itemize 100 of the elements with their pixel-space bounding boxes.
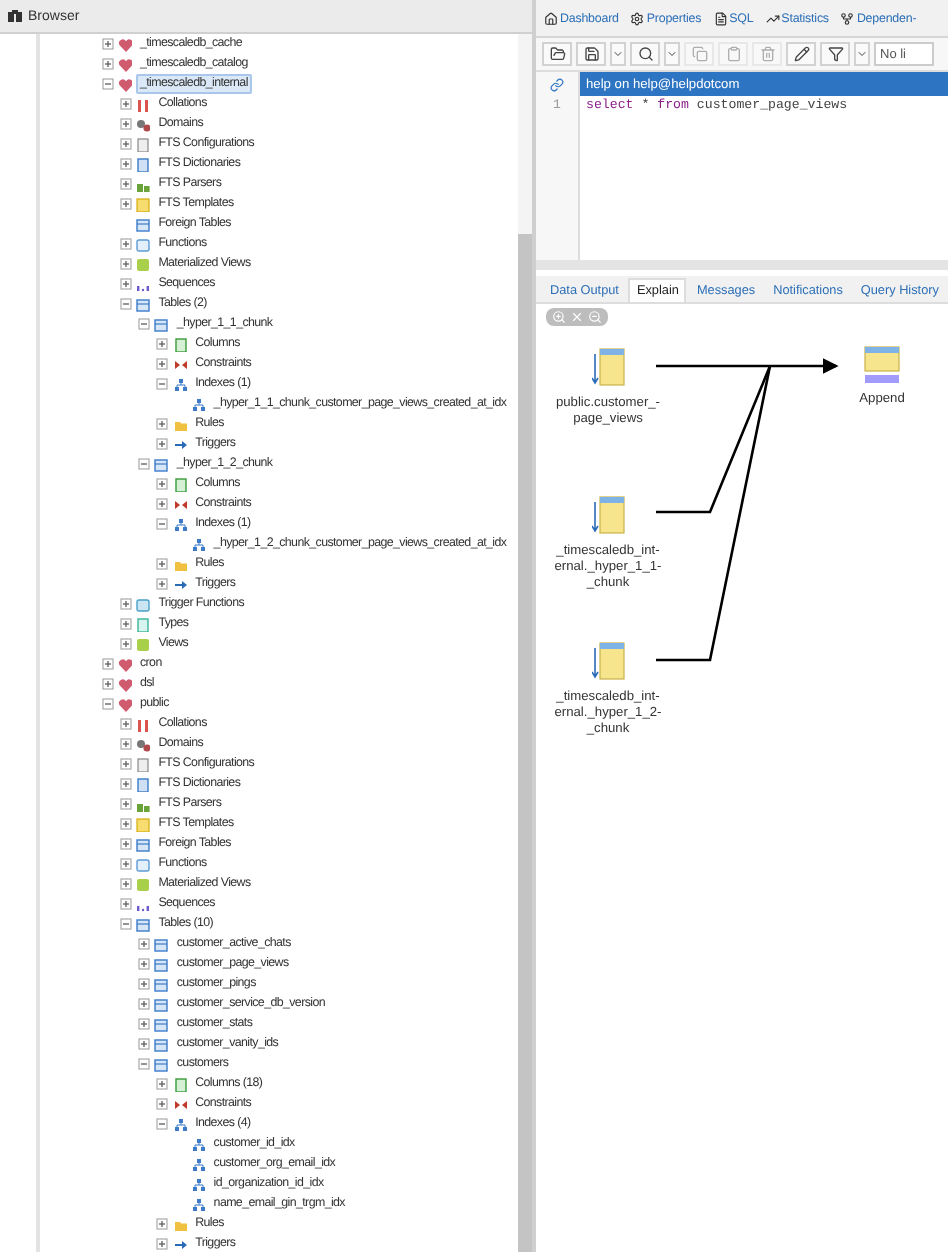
clipboard-icon xyxy=(725,46,741,62)
open-button[interactable] xyxy=(542,42,572,66)
expand-icon[interactable] xyxy=(119,138,132,150)
folder-icon xyxy=(549,46,565,62)
expand-icon[interactable] xyxy=(156,358,169,370)
sort-icon xyxy=(136,97,151,111)
index-icon xyxy=(173,377,188,391)
pencil-icon xyxy=(793,46,809,62)
columns-icon xyxy=(173,337,188,351)
expand-icon[interactable] xyxy=(119,798,132,810)
book-icon xyxy=(136,777,151,791)
expand-icon[interactable] xyxy=(137,1038,150,1050)
expand-icon[interactable] xyxy=(119,98,132,110)
collapse-icon[interactable] xyxy=(156,1118,169,1130)
constraint-icon xyxy=(173,357,188,371)
expand-icon[interactable] xyxy=(137,978,150,990)
expand-icon[interactable] xyxy=(119,878,132,890)
expand-icon[interactable] xyxy=(119,278,132,290)
columns-icon xyxy=(173,477,188,491)
expand-icon[interactable] xyxy=(156,498,169,510)
table-icon xyxy=(154,1057,169,1071)
expand-icon[interactable] xyxy=(101,658,113,670)
caret-icon xyxy=(666,48,678,60)
expand-icon[interactable] xyxy=(119,178,132,190)
collapse-icon[interactable] xyxy=(137,318,150,330)
expand-icon[interactable] xyxy=(156,338,169,350)
edit-button[interactable] xyxy=(786,42,816,66)
expand-icon[interactable] xyxy=(119,778,132,790)
expand-icon[interactable] xyxy=(137,998,150,1010)
expand-icon[interactable] xyxy=(156,478,169,490)
function-icon xyxy=(136,237,151,251)
expand-icon[interactable] xyxy=(137,1018,150,1030)
index-icon xyxy=(173,517,188,531)
expand-icon[interactable] xyxy=(101,678,113,690)
expand-icon[interactable] xyxy=(119,718,132,730)
index-icon xyxy=(191,1137,206,1151)
expand-icon[interactable] xyxy=(156,558,169,570)
collapse-icon[interactable] xyxy=(137,1058,150,1070)
table-icon xyxy=(154,317,169,331)
dropdown-button[interactable] xyxy=(664,42,680,66)
view-icon xyxy=(136,257,151,271)
expand-icon[interactable] xyxy=(119,858,132,870)
collapse-icon[interactable] xyxy=(119,298,132,310)
book-icon xyxy=(136,157,151,171)
table-icon xyxy=(154,1017,169,1031)
tab-icon xyxy=(713,11,728,25)
search-button[interactable] xyxy=(630,42,660,66)
table-icon xyxy=(154,957,169,971)
expand-icon[interactable] xyxy=(101,38,113,50)
filter-icon xyxy=(827,46,843,62)
collapse-icon[interactable] xyxy=(156,378,169,390)
expand-icon[interactable] xyxy=(119,198,132,210)
table-icon xyxy=(136,917,151,931)
tab-icon xyxy=(630,11,645,25)
table-icon xyxy=(154,1037,169,1051)
expand-icon[interactable] xyxy=(119,638,132,650)
template-icon xyxy=(136,817,151,831)
expand-icon[interactable] xyxy=(101,58,113,70)
dropdown-button[interactable] xyxy=(854,42,870,66)
expand-icon[interactable] xyxy=(156,578,169,590)
expand-icon[interactable] xyxy=(119,598,132,610)
table-scan-icon xyxy=(591,348,625,388)
caret-icon xyxy=(612,48,624,60)
collapse-icon[interactable] xyxy=(137,458,150,470)
expand-icon[interactable] xyxy=(156,418,169,430)
connection-icon[interactable] xyxy=(550,77,564,91)
expand-icon[interactable] xyxy=(119,738,132,750)
expand-icon[interactable] xyxy=(119,898,132,910)
expand-icon[interactable] xyxy=(119,258,132,270)
expand-icon[interactable] xyxy=(156,1218,169,1230)
save-button[interactable] xyxy=(576,42,606,66)
expand-icon[interactable] xyxy=(119,758,132,770)
collapse-icon[interactable] xyxy=(119,918,132,930)
collapse-icon[interactable] xyxy=(156,518,169,530)
folder-icon xyxy=(173,417,188,431)
expand-icon[interactable] xyxy=(156,1238,169,1250)
expand-icon[interactable] xyxy=(156,438,169,450)
tab-icon xyxy=(544,11,558,25)
table-icon xyxy=(154,457,169,471)
constraint-icon xyxy=(173,497,188,511)
dropdown-button[interactable] xyxy=(610,42,626,66)
scrollbar[interactable] xyxy=(518,34,532,1252)
view-icon xyxy=(136,877,151,891)
arrow-icon xyxy=(173,577,188,591)
expand-icon[interactable] xyxy=(119,838,132,850)
expand-icon[interactable] xyxy=(119,818,132,830)
expand-icon[interactable] xyxy=(137,958,150,970)
expand-icon[interactable] xyxy=(137,938,150,950)
expand-icon[interactable] xyxy=(119,618,132,630)
expand-icon[interactable] xyxy=(119,238,132,250)
arrow-icon xyxy=(173,1237,188,1251)
expand-icon[interactable] xyxy=(119,118,132,130)
index-icon xyxy=(173,1117,188,1131)
caret-icon xyxy=(856,48,868,60)
collapse-icon[interactable] xyxy=(101,698,113,710)
expand-icon[interactable] xyxy=(156,1078,169,1090)
expand-icon[interactable] xyxy=(119,158,132,170)
filter-button[interactable] xyxy=(820,42,850,66)
collapse-icon[interactable] xyxy=(101,78,113,90)
expand-icon[interactable] xyxy=(156,1098,169,1110)
